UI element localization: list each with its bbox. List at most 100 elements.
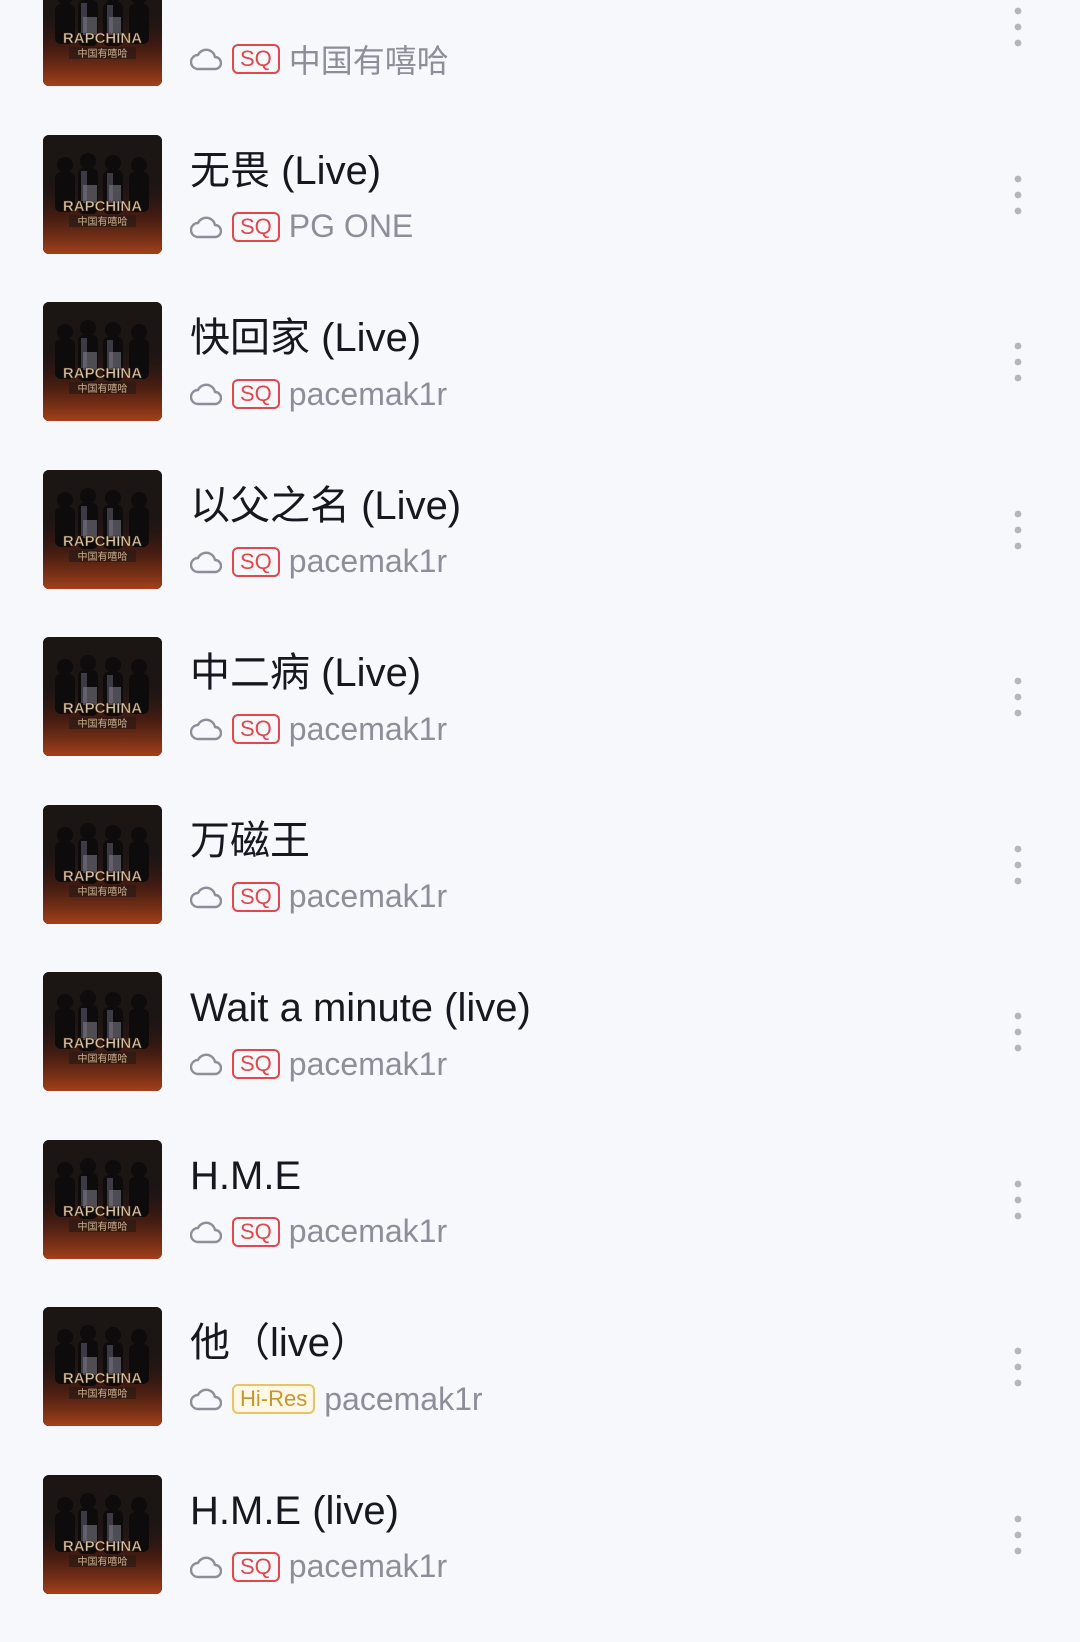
song-title: 万磁王	[190, 813, 310, 869]
song-meta: SQ PG ONE	[190, 207, 413, 247]
quality-badge: SQ	[232, 714, 280, 744]
song-meta: SQ pacemak1r	[190, 374, 447, 414]
cloud-icon	[190, 884, 222, 910]
song-row-2[interactable]: RAPCHINA 中国有嘻哈 快回家 (Live) SQ pacemak1r	[0, 302, 1080, 470]
song-title: 无畏 (Live)	[190, 143, 381, 199]
cloud-icon	[190, 549, 222, 575]
cloud-icon	[190, 1554, 222, 1580]
song-row-1[interactable]: RAPCHINA 中国有嘻哈 无畏 (Live) SQ PG ONE	[0, 135, 1080, 303]
album-art-image: RAPCHINA 中国有嘻哈	[43, 0, 162, 86]
album-cover: RAPCHINA 中国有嘻哈	[43, 0, 162, 86]
cover-sub-text: 中国有嘻哈	[78, 1052, 128, 1065]
album-cover: RAPCHINA 中国有嘻哈	[43, 1475, 162, 1594]
cloud-icon	[190, 1386, 222, 1412]
artist-name: pacemak1r	[289, 878, 447, 915]
artist-name: pacemak1r	[289, 1046, 447, 1083]
quality-badge: SQ	[232, 379, 280, 409]
quality-badge: SQ	[232, 882, 280, 912]
more-vertical-icon[interactable]	[1007, 1515, 1029, 1555]
song-title: 以父之名 (Live)	[190, 478, 461, 534]
song-row-0[interactable]: RAPCHINA 中国有嘻哈 SQ 中国有嘻哈	[0, 0, 1080, 135]
quality-badge: SQ	[232, 212, 280, 242]
quality-badge: SQ	[232, 44, 280, 74]
more-vertical-icon[interactable]	[1007, 1180, 1029, 1220]
quality-badge: SQ	[232, 1217, 280, 1247]
cover-logo-text: RAPCHINA	[63, 1035, 142, 1052]
cover-sub-text: 中国有嘻哈	[78, 47, 128, 60]
cover-logo-text: RAPCHINA	[63, 1538, 142, 1555]
album-art-image: RAPCHINA 中国有嘻哈	[43, 637, 162, 756]
song-meta: SQ pacemak1r	[190, 1212, 447, 1252]
artist-name: pacemak1r	[289, 376, 447, 413]
album-art-image: RAPCHINA 中国有嘻哈	[43, 1307, 162, 1426]
cover-logo-text: RAPCHINA	[63, 700, 142, 717]
more-vertical-icon[interactable]	[1007, 342, 1029, 382]
cloud-icon	[190, 46, 222, 72]
cover-logo-text: RAPCHINA	[63, 365, 142, 382]
more-vertical-icon[interactable]	[1007, 1347, 1029, 1387]
cover-sub-text: 中国有嘻哈	[78, 1387, 128, 1400]
album-art-image: RAPCHINA 中国有嘻哈	[43, 805, 162, 924]
song-row-7[interactable]: RAPCHINA 中国有嘻哈 H.M.E SQ pacemak1r	[0, 1140, 1080, 1308]
song-meta: SQ pacemak1r	[190, 1044, 447, 1084]
artist-name: 中国有嘻哈	[289, 36, 449, 82]
artist-name: pacemak1r	[289, 711, 447, 748]
song-meta: SQ pacemak1r	[190, 877, 447, 917]
artist-name: pacemak1r	[289, 1548, 447, 1585]
song-row-3[interactable]: RAPCHINA 中国有嘻哈 以父之名 (Live) SQ pacemak1r	[0, 470, 1080, 638]
song-meta: SQ pacemak1r	[190, 542, 447, 582]
cover-logo-text: RAPCHINA	[63, 1203, 142, 1220]
more-vertical-icon[interactable]	[1007, 175, 1029, 215]
quality-badge: Hi-Res	[232, 1384, 315, 1414]
album-cover: RAPCHINA 中国有嘻哈	[43, 637, 162, 756]
song-row-8[interactable]: RAPCHINA 中国有嘻哈 他（live） Hi-Res pacemak1r	[0, 1307, 1080, 1475]
more-vertical-icon[interactable]	[1007, 7, 1029, 47]
artist-name: PG ONE	[289, 208, 413, 245]
album-cover: RAPCHINA 中国有嘻哈	[43, 805, 162, 924]
album-cover: RAPCHINA 中国有嘻哈	[43, 972, 162, 1091]
cover-sub-text: 中国有嘻哈	[78, 382, 128, 395]
song-list: RAPCHINA 中国有嘻哈 SQ 中国有嘻哈	[0, 0, 1080, 1642]
album-art-image: RAPCHINA 中国有嘻哈	[43, 1475, 162, 1594]
album-art-image: RAPCHINA 中国有嘻哈	[43, 470, 162, 589]
cloud-icon	[190, 1219, 222, 1245]
cloud-icon	[190, 381, 222, 407]
song-title: Wait a minute (live)	[190, 980, 531, 1036]
album-art-image: RAPCHINA 中国有嘻哈	[43, 302, 162, 421]
album-cover: RAPCHINA 中国有嘻哈	[43, 470, 162, 589]
artist-name: pacemak1r	[289, 1213, 447, 1250]
quality-badge: SQ	[232, 1552, 280, 1582]
album-art-image: RAPCHINA 中国有嘻哈	[43, 135, 162, 254]
artist-name: pacemak1r	[289, 543, 447, 580]
song-row-4[interactable]: RAPCHINA 中国有嘻哈 中二病 (Live) SQ pacemak1r	[0, 637, 1080, 805]
cover-sub-text: 中国有嘻哈	[78, 1220, 128, 1233]
cover-logo-text: RAPCHINA	[63, 1370, 142, 1387]
cover-sub-text: 中国有嘻哈	[78, 885, 128, 898]
album-cover: RAPCHINA 中国有嘻哈	[43, 302, 162, 421]
more-vertical-icon[interactable]	[1007, 845, 1029, 885]
cover-logo-text: RAPCHINA	[63, 198, 142, 215]
album-art-image: RAPCHINA 中国有嘻哈	[43, 972, 162, 1091]
song-row-6[interactable]: RAPCHINA 中国有嘻哈 Wait a minute (live) SQ p…	[0, 972, 1080, 1140]
cloud-icon	[190, 214, 222, 240]
cloud-icon	[190, 716, 222, 742]
song-row-9[interactable]: RAPCHINA 中国有嘻哈 H.M.E (live) SQ pacemak1r	[0, 1475, 1080, 1642]
song-meta: SQ pacemak1r	[190, 1547, 447, 1587]
cover-sub-text: 中国有嘻哈	[78, 550, 128, 563]
song-row-5[interactable]: RAPCHINA 中国有嘻哈 万磁王 SQ pacemak1r	[0, 805, 1080, 973]
artist-name: pacemak1r	[324, 1381, 482, 1418]
quality-badge: SQ	[232, 547, 280, 577]
song-title: H.M.E (live)	[190, 1483, 399, 1539]
cloud-icon	[190, 1051, 222, 1077]
cover-logo-text: RAPCHINA	[63, 868, 142, 885]
more-vertical-icon[interactable]	[1007, 677, 1029, 717]
song-meta: SQ 中国有嘻哈	[190, 39, 449, 79]
cover-sub-text: 中国有嘻哈	[78, 1555, 128, 1568]
more-vertical-icon[interactable]	[1007, 1012, 1029, 1052]
cover-sub-text: 中国有嘻哈	[78, 215, 128, 228]
song-title: 中二病 (Live)	[190, 645, 421, 701]
song-meta: Hi-Res pacemak1r	[190, 1379, 483, 1419]
album-cover: RAPCHINA 中国有嘻哈	[43, 1307, 162, 1426]
album-cover: RAPCHINA 中国有嘻哈	[43, 1140, 162, 1259]
more-vertical-icon[interactable]	[1007, 510, 1029, 550]
